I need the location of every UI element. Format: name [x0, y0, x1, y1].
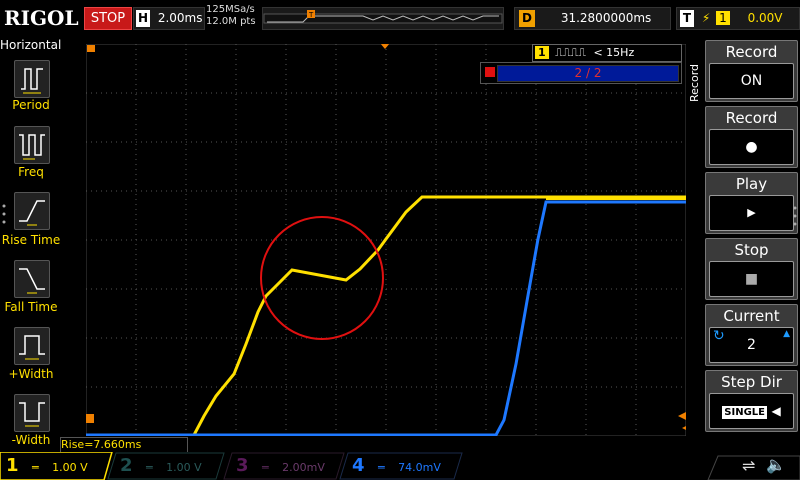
- channel-2-tab[interactable]: 2 ═ 1.00 V: [120, 455, 202, 477]
- current-frame-field[interactable]: ↻ 2 ▲: [709, 327, 794, 363]
- rigol-logo: RIGOL: [4, 6, 79, 30]
- run-stop-indicator[interactable]: STOP: [84, 7, 132, 30]
- trigger-time-marker[interactable]: [87, 45, 95, 52]
- measure-category-title: Horizontal: [0, 38, 62, 52]
- left-scroll-dots: [2, 203, 6, 225]
- memory-depth: 12.0M pts: [206, 16, 256, 27]
- negative-width-icon: [19, 402, 45, 427]
- left-arrow-icon: ◀: [771, 404, 781, 418]
- rotate-knob-icon: ↻: [713, 328, 725, 344]
- rise-time-icon: [19, 200, 45, 226]
- freq-label: Freq: [18, 165, 44, 179]
- channel-1-tab[interactable]: 1 ═ 1.00 V: [6, 455, 88, 477]
- rising-edge-icon: ⚡: [701, 11, 711, 25]
- filter-channel: 1: [535, 46, 549, 59]
- channel-4-tab[interactable]: 4 ═ 74.0mV: [352, 455, 441, 477]
- timebase-indicator[interactable]: H 2.00ms: [133, 7, 205, 30]
- period-icon: [21, 68, 43, 94]
- acquisition-info: 125MSa/s 12.0M pts: [206, 4, 256, 28]
- trigger-source: 1: [716, 11, 730, 25]
- trigger-level: 0.00V: [747, 11, 783, 25]
- freq-icon: [19, 134, 45, 160]
- step-direction-title: Step Dir: [721, 373, 782, 391]
- rise-time-measurement: Rise=7.660ms: [60, 437, 188, 453]
- freq-button[interactable]: [14, 126, 50, 164]
- positive-width-label: +Width: [8, 367, 54, 381]
- channel-3-scale: 2.00mV: [282, 461, 325, 474]
- channel-4-scale: 74.0mV: [398, 461, 441, 474]
- frame-counter: 2 / 2: [497, 65, 679, 82]
- record-dot-icon: ●: [709, 129, 794, 165]
- timebase-value: 2.00ms: [157, 11, 203, 25]
- channel-offset-marker[interactable]: [86, 414, 94, 423]
- pulse-icon: ⎍⎍⎍⎍: [555, 46, 586, 59]
- current-frame-softkey[interactable]: Current ↻ 2 ▲: [705, 304, 798, 366]
- play-title: Play: [735, 175, 768, 193]
- play-icon: ▶: [709, 195, 794, 231]
- fall-time-button[interactable]: [14, 260, 50, 298]
- channel-3-tab[interactable]: 3 ═ 2.00mV: [236, 455, 325, 477]
- sample-rate: 125MSa/s: [206, 4, 255, 15]
- filter-value: < 15Hz: [593, 46, 635, 59]
- record-indicator-icon: [485, 67, 495, 77]
- usb-icon: ⇌: [742, 456, 756, 475]
- negative-width-button[interactable]: [14, 394, 50, 432]
- record-enable-value: ON: [709, 63, 794, 99]
- trigger-label: T: [680, 10, 694, 27]
- waveform-display[interactable]: [86, 44, 686, 436]
- trigger-indicator[interactable]: T ⚡ 1 0.00V: [676, 7, 800, 30]
- stop-icon: ■: [709, 261, 794, 297]
- channel-2-number: 2: [120, 455, 133, 476]
- period-button[interactable]: [14, 60, 50, 98]
- positive-width-button[interactable]: [14, 327, 50, 365]
- delay-indicator[interactable]: D 31.2800000ms: [514, 7, 671, 30]
- channel-4-coupling-icon: ═: [378, 461, 385, 474]
- record-start-softkey[interactable]: Record ●: [705, 106, 798, 168]
- step-direction-softkey[interactable]: Step Dir SINGLE ◀: [705, 370, 798, 432]
- memory-waveform-preview: T: [263, 10, 503, 24]
- speaker-mute-icon[interactable]: 🔈: [766, 455, 786, 474]
- channel-2-coupling-icon: ═: [146, 461, 153, 474]
- current-frame-value: 2: [747, 337, 756, 353]
- delay-value: 31.2800000ms: [560, 11, 652, 25]
- fall-time-icon: [19, 268, 45, 294]
- period-label: Period: [12, 98, 50, 112]
- fall-time-label: Fall Time: [4, 300, 58, 314]
- record-enable-softkey[interactable]: Record ON: [705, 40, 798, 102]
- record-frame-bar[interactable]: 2 / 2: [480, 62, 682, 84]
- right-scroll-dots: [792, 205, 798, 227]
- stop-softkey[interactable]: Stop ■: [705, 238, 798, 300]
- delay-label: D: [519, 10, 535, 27]
- record-enable-title: Record: [725, 43, 778, 61]
- channel-1-coupling-icon: ═: [32, 461, 39, 474]
- step-direction-field: SINGLE ◀: [709, 393, 794, 429]
- play-softkey[interactable]: Play ▶: [705, 172, 798, 234]
- memory-position-bar[interactable]: T: [262, 7, 504, 30]
- channel-1-scale: 1.00 V: [52, 461, 88, 474]
- channel-1-number: 1: [6, 455, 19, 476]
- timebase-label: H: [136, 10, 150, 27]
- channel-3-number: 3: [236, 455, 249, 476]
- channel-3-coupling-icon: ═: [262, 461, 269, 474]
- stop-title: Stop: [734, 241, 769, 259]
- channel-2-scale: 1.00 V: [166, 461, 202, 474]
- positive-width-icon: [19, 335, 45, 360]
- rise-time-label: Rise Time: [1, 233, 61, 247]
- trigger-filter-indicator: 1 ⎍⎍⎍⎍ < 15Hz: [532, 44, 682, 62]
- record-start-title: Record: [725, 109, 778, 127]
- knob-arrows-icon: ▲: [783, 329, 790, 339]
- menu-vertical-title: Record: [688, 64, 701, 103]
- rise-time-button[interactable]: [14, 192, 50, 230]
- channel-4-number: 4: [352, 455, 365, 476]
- svg-text:T: T: [308, 11, 314, 19]
- step-direction-value: SINGLE: [722, 406, 767, 419]
- negative-width-label: -Width: [11, 433, 51, 447]
